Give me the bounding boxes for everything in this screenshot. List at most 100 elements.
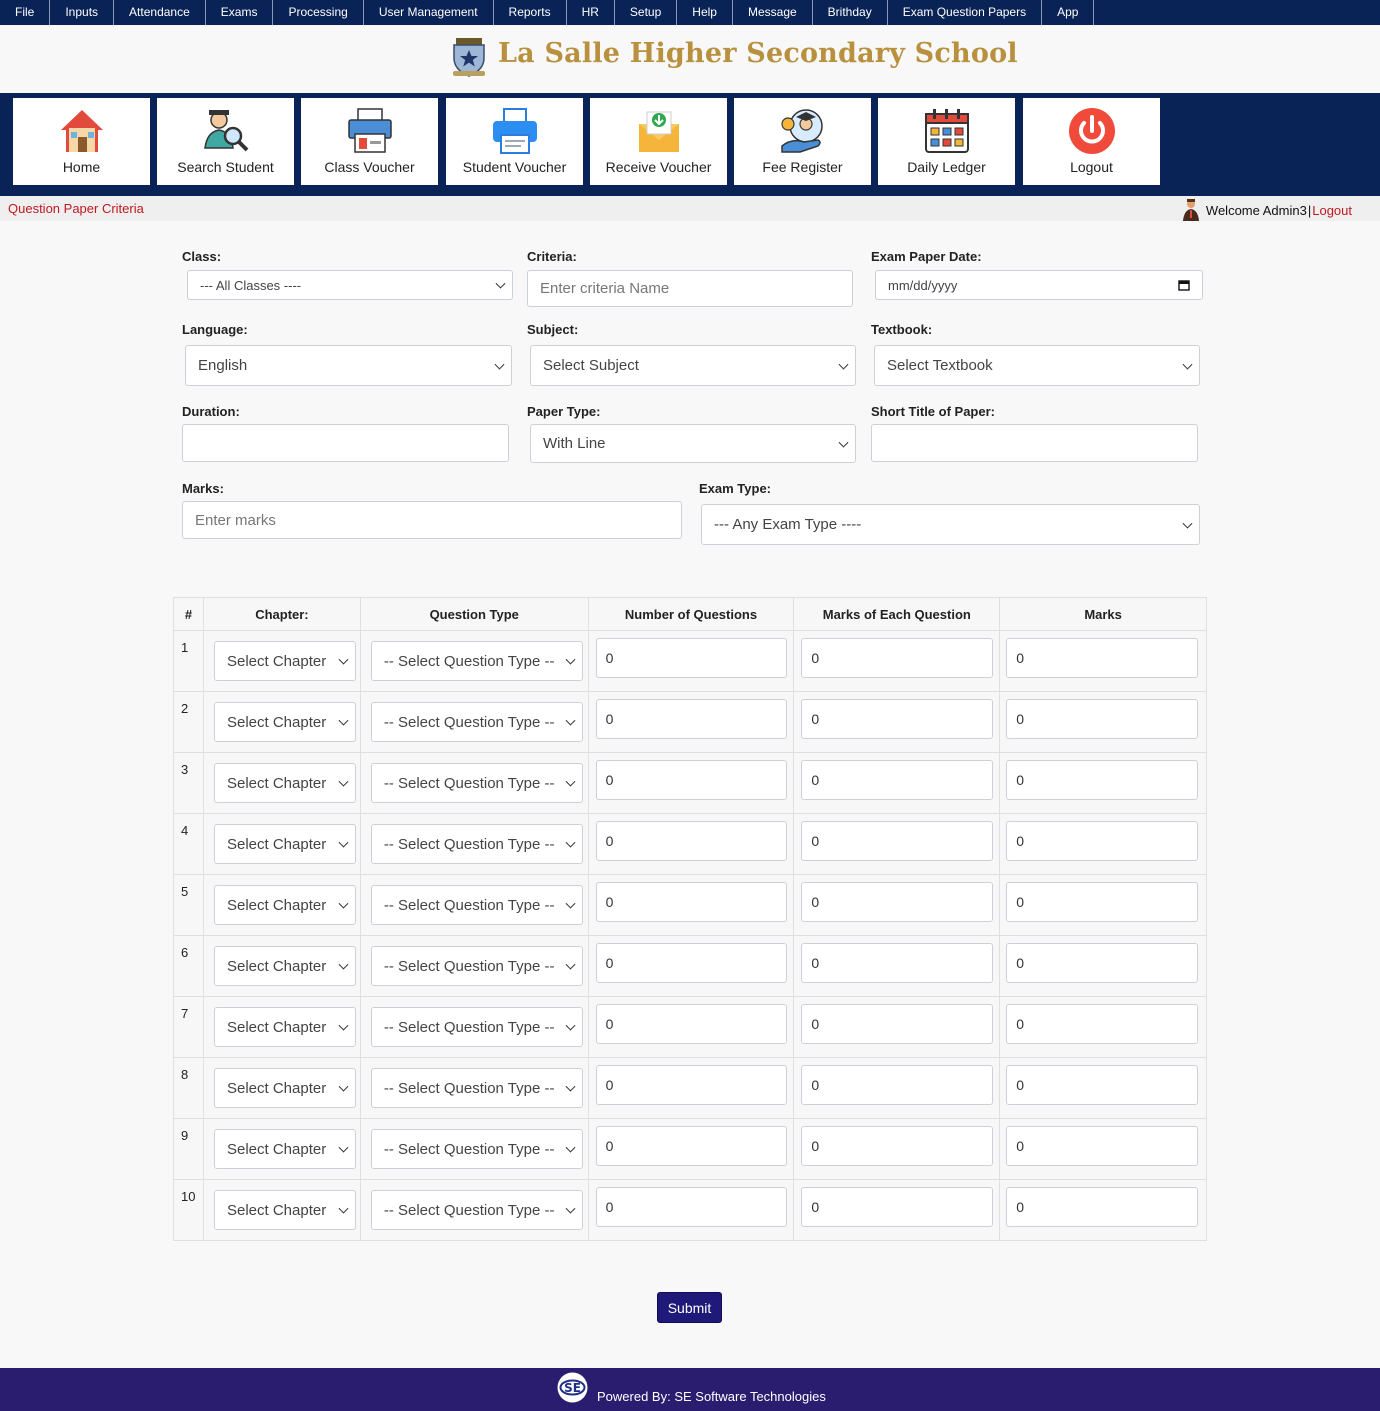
number-of-questions-input[interactable]: 0 <box>595 760 787 800</box>
menu-item-brithday[interactable]: Brithday <box>813 0 888 25</box>
chapter-select[interactable]: Select Chapter <box>213 1190 356 1230</box>
exam-type-select[interactable]: --- Any Exam Type ---- <box>701 504 1200 545</box>
number-of-questions-input[interactable]: 0 <box>595 943 787 983</box>
logout-link[interactable]: Logout <box>1312 203 1352 218</box>
row-marks-input[interactable]: 0 <box>1006 882 1199 922</box>
question-type-select-value: -- Select Question Type -- <box>383 1140 555 1158</box>
row-marks-input[interactable]: 0 <box>1006 1187 1199 1227</box>
receive-voucher-tile[interactable]: Receive Voucher <box>590 98 727 185</box>
marks-each-question-input[interactable]: 0 <box>801 699 994 739</box>
menu-item-exam-question-papers[interactable]: Exam Question Papers <box>888 0 1043 25</box>
fee-register-tile[interactable]: Fee Register <box>734 98 871 185</box>
chapter-select[interactable]: Select Chapter <box>213 1068 356 1108</box>
home-tile[interactable]: Home <box>13 98 150 185</box>
number-of-questions-input[interactable]: 0 <box>595 699 787 739</box>
subject-select[interactable]: Select Subject <box>530 345 856 386</box>
chapter-select[interactable]: Select Chapter <box>213 1129 356 1169</box>
chapter-select[interactable]: Select Chapter <box>213 763 356 803</box>
chapter-select[interactable]: Select Chapter <box>213 641 356 681</box>
class-voucher-icon <box>348 108 392 153</box>
marks-each-question-input[interactable]: 0 <box>801 1126 994 1166</box>
marks-each-question-input[interactable]: 0 <box>801 821 994 861</box>
row-marks-input[interactable]: 0 <box>1006 1065 1199 1105</box>
criteria-input[interactable]: Enter criteria Name <box>527 270 853 307</box>
row-marks-input[interactable]: 0 <box>1006 1004 1199 1044</box>
calendar-picker-icon[interactable] <box>1178 279 1190 291</box>
question-type-select[interactable]: -- Select Question Type -- <box>370 1190 583 1230</box>
class-voucher-tile[interactable]: Class Voucher <box>301 98 438 185</box>
chevron-down-icon <box>565 1203 576 1214</box>
class-select-value: --- All Classes ---- <box>200 277 302 293</box>
chevron-down-icon <box>338 898 349 909</box>
number-of-questions-input[interactable]: 0 <box>595 1126 787 1166</box>
subject-select-value: Select Subject <box>543 357 639 374</box>
question-type-select[interactable]: -- Select Question Type -- <box>370 885 583 925</box>
menu-item-app[interactable]: App <box>1042 0 1095 25</box>
question-type-select[interactable]: -- Select Question Type -- <box>370 946 583 986</box>
marks-each-question-input[interactable]: 0 <box>801 943 994 983</box>
number-of-questions-input[interactable]: 0 <box>595 638 787 678</box>
short-title-input[interactable] <box>871 424 1198 462</box>
question-type-select[interactable]: -- Select Question Type -- <box>370 1007 583 1047</box>
row-marks-input[interactable]: 0 <box>1006 760 1199 800</box>
marks-each-question-input[interactable]: 0 <box>801 1187 994 1227</box>
marks-each-question-input[interactable]: 0 <box>801 1004 994 1044</box>
question-type-cell: -- Select Question Type -- <box>359 630 589 692</box>
menu-item-reports[interactable]: Reports <box>494 0 567 25</box>
chapter-select[interactable]: Select Chapter <box>213 702 356 742</box>
question-type-select[interactable]: -- Select Question Type -- <box>370 1068 583 1108</box>
chapter-cell: Select Chapter <box>202 752 361 814</box>
question-type-select[interactable]: -- Select Question Type -- <box>370 641 583 681</box>
row-marks-input[interactable]: 0 <box>1006 1126 1199 1166</box>
student-voucher-tile[interactable]: Student Voucher <box>446 98 583 185</box>
marks-each-question-input[interactable]: 0 <box>801 638 994 678</box>
question-type-select[interactable]: -- Select Question Type -- <box>370 763 583 803</box>
row-marks-input[interactable]: 0 <box>1006 638 1199 678</box>
number-of-questions-input[interactable]: 0 <box>595 1004 787 1044</box>
menu-item-exams[interactable]: Exams <box>206 0 274 25</box>
row-marks-input[interactable]: 0 <box>1006 943 1199 983</box>
chevron-down-icon <box>565 776 576 787</box>
menu-item-help[interactable]: Help <box>677 0 733 25</box>
menu-item-inputs[interactable]: Inputs <box>50 0 115 25</box>
menu-item-attendance[interactable]: Attendance <box>114 0 206 25</box>
logout-tile[interactable]: Logout <box>1023 98 1160 185</box>
menu-item-file[interactable]: File <box>0 0 51 25</box>
duration-input[interactable] <box>182 424 509 462</box>
chapter-select[interactable]: Select Chapter <box>213 1007 356 1047</box>
row-marks-input[interactable]: 0 <box>1006 821 1199 861</box>
chevron-down-icon <box>565 1142 576 1153</box>
question-type-select[interactable]: -- Select Question Type -- <box>370 1129 583 1169</box>
search-student-tile[interactable]: Search Student <box>157 98 294 185</box>
textbook-select[interactable]: Select Textbook <box>874 345 1200 386</box>
chapter-select[interactable]: Select Chapter <box>213 824 356 864</box>
menu-item-user-management[interactable]: User Management <box>364 0 494 25</box>
number-of-questions-input[interactable]: 0 <box>595 1065 787 1105</box>
student-voucher-tile-label: Student Voucher <box>462 159 567 175</box>
exam-paper-date-input[interactable]: mm/dd/yyyy <box>875 270 1203 300</box>
number-of-questions-input[interactable]: 0 <box>595 882 787 922</box>
marks-each-question-input[interactable]: 0 <box>801 882 994 922</box>
number-of-questions-input[interactable]: 0 <box>595 1187 787 1227</box>
paper-type-select[interactable]: With Line <box>530 424 856 463</box>
marks-each-question-value: 0 <box>811 711 820 727</box>
daily-ledger-tile-label: Daily Ledger <box>907 159 986 175</box>
marks-each-question-input[interactable]: 0 <box>801 760 994 800</box>
question-type-select[interactable]: -- Select Question Type -- <box>370 702 583 742</box>
marks-input[interactable]: Enter marks <box>182 501 682 539</box>
row-marks-value: 0 <box>1016 1199 1024 1215</box>
menu-item-setup[interactable]: Setup <box>615 0 678 25</box>
number-of-questions-input[interactable]: 0 <box>595 821 787 861</box>
class-select[interactable]: --- All Classes ---- <box>187 270 513 300</box>
submit-button[interactable]: Submit <box>657 1292 722 1323</box>
daily-ledger-tile[interactable]: Daily Ledger <box>878 98 1015 185</box>
menu-item-hr[interactable]: HR <box>567 0 615 25</box>
language-select[interactable]: English <box>185 345 512 386</box>
chapter-select[interactable]: Select Chapter <box>213 946 356 986</box>
chapter-select[interactable]: Select Chapter <box>213 885 356 925</box>
marks-each-question-input[interactable]: 0 <box>801 1065 994 1105</box>
question-type-select[interactable]: -- Select Question Type -- <box>370 824 583 864</box>
menu-item-processing[interactable]: Processing <box>273 0 364 25</box>
row-marks-input[interactable]: 0 <box>1006 699 1199 739</box>
menu-item-message[interactable]: Message <box>733 0 813 25</box>
